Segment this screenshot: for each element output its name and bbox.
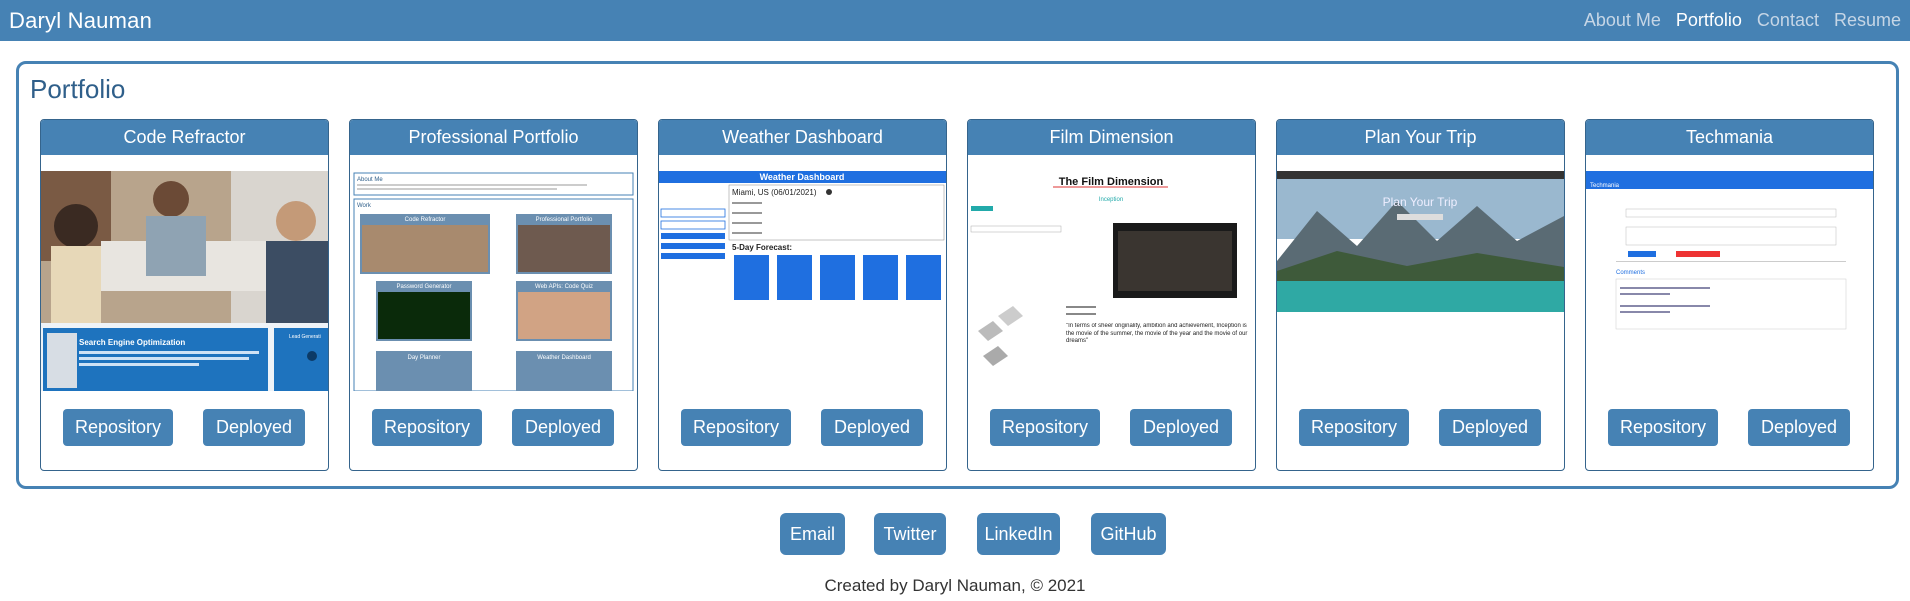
shot-forecast-text: 5-Day Forecast:	[732, 243, 792, 252]
twitter-button[interactable]: Twitter	[874, 513, 946, 555]
nav-links: About Me Portfolio Contact Resume	[1584, 10, 1901, 31]
project-title: Code Refractor	[41, 120, 328, 155]
project-card-weather-dashboard: Weather Dashboard Weather Dashboard Miam…	[658, 119, 947, 471]
site-brand[interactable]: Daryl Nauman	[9, 8, 152, 34]
project-screenshot[interactable]: Plan Your Trip	[1277, 171, 1564, 391]
shot-tile-label: Day Planner	[407, 355, 440, 361]
shot-brand-text: Techmania	[1590, 183, 1620, 189]
deployed-button[interactable]: Deployed	[203, 409, 305, 446]
nav-portfolio[interactable]: Portfolio	[1676, 10, 1742, 31]
top-navbar: Daryl Nauman About Me Portfolio Contact …	[0, 0, 1910, 41]
shot-work-text: Work	[357, 203, 372, 209]
project-title: Weather Dashboard	[659, 120, 946, 155]
shot-tile-label: Weather Dashboard	[537, 355, 591, 361]
shot-comments-text: Comments	[1616, 270, 1645, 276]
project-title: Plan Your Trip	[1277, 120, 1564, 155]
code-refractor-preview-image: Search Engine Optimization Lead Generati	[41, 171, 328, 391]
nav-resume[interactable]: Resume	[1834, 10, 1901, 31]
social-links: Email Twitter LinkedIn GitHub	[0, 513, 1910, 555]
project-screenshot[interactable]: Search Engine Optimization Lead Generati	[41, 171, 328, 391]
repository-button[interactable]: Repository	[990, 409, 1100, 446]
shot-hero-text: Plan Your Trip	[1383, 195, 1458, 209]
shot-movie-text: Inception	[1099, 197, 1123, 203]
github-button[interactable]: GitHub	[1091, 513, 1166, 555]
weather-dashboard-preview-image: Weather Dashboard Miami, US (06/01/2021)…	[659, 171, 946, 300]
film-dimension-preview-image: The Film Dimension Inception "In terms o…	[970, 176, 1248, 366]
project-screenshot[interactable]: About Me Work Code Refractor Professiona…	[350, 171, 637, 391]
project-title: Professional Portfolio	[350, 120, 637, 155]
portfolio-section: Portfolio Code Refractor Search Engine O…	[16, 61, 1899, 489]
project-title: Film Dimension	[968, 120, 1255, 155]
email-button[interactable]: Email	[780, 513, 845, 555]
nav-contact[interactable]: Contact	[1757, 10, 1819, 31]
shot-tile-label: Code Refractor	[405, 217, 446, 223]
shot-tile-label: Password Generator	[396, 284, 451, 290]
techmania-preview-image: Techmania Comments	[1586, 171, 1873, 330]
deployed-button[interactable]: Deployed	[821, 409, 923, 446]
shot-side-text: Lead Generati	[289, 334, 321, 340]
shot-header-text: Weather Dashboard	[760, 172, 845, 182]
project-card-plan-your-trip: Plan Your Trip Plan Your Trip Repository…	[1276, 119, 1565, 471]
project-screenshot[interactable]: Techmania Comments	[1586, 171, 1873, 391]
repository-button[interactable]: Repository	[1608, 409, 1718, 446]
professional-portfolio-preview-image: About Me Work Code Refractor Professiona…	[353, 172, 634, 391]
repository-button[interactable]: Repository	[1299, 409, 1409, 446]
project-card-professional-portfolio: Professional Portfolio About Me Work Cod…	[349, 119, 638, 471]
repository-button[interactable]: Repository	[681, 409, 791, 446]
project-card-film-dimension: Film Dimension The Film Dimension Incept…	[967, 119, 1256, 471]
shot-header-text: The Film Dimension	[1059, 176, 1164, 188]
project-card-techmania: Techmania Techmania Comments Repository …	[1585, 119, 1874, 471]
nav-about-me[interactable]: About Me	[1584, 10, 1661, 31]
project-screenshot[interactable]: Weather Dashboard Miami, US (06/01/2021)…	[659, 171, 946, 391]
deployed-button[interactable]: Deployed	[1748, 409, 1850, 446]
plan-your-trip-preview-image: Plan Your Trip	[1277, 171, 1564, 312]
repository-button[interactable]: Repository	[63, 409, 173, 446]
shot-quote-text: "In terms of sheer originality, ambition…	[1066, 323, 1248, 344]
shot-tile-label: Web APIs: Code Quiz	[535, 284, 593, 290]
repository-button[interactable]: Repository	[372, 409, 482, 446]
shot-city-text: Miami, US (06/01/2021)	[732, 188, 817, 197]
deployed-button[interactable]: Deployed	[512, 409, 614, 446]
shot-tile-label: Professional Portfolio	[536, 217, 593, 223]
deployed-button[interactable]: Deployed	[1130, 409, 1232, 446]
footer-text: Created by Daryl Nauman, © 2021	[824, 576, 1086, 595]
section-title: Portfolio	[30, 74, 126, 104]
project-title: Techmania	[1586, 120, 1873, 155]
shot-about-text: About Me	[357, 177, 383, 183]
linkedin-button[interactable]: LinkedIn	[977, 513, 1060, 555]
project-screenshot[interactable]: The Film Dimension Inception "In terms o…	[968, 171, 1255, 391]
project-card-code-refractor: Code Refractor Search Engine Optimizatio…	[40, 119, 329, 471]
deployed-button[interactable]: Deployed	[1439, 409, 1541, 446]
shot-banner-text: Search Engine Optimization	[79, 338, 185, 347]
